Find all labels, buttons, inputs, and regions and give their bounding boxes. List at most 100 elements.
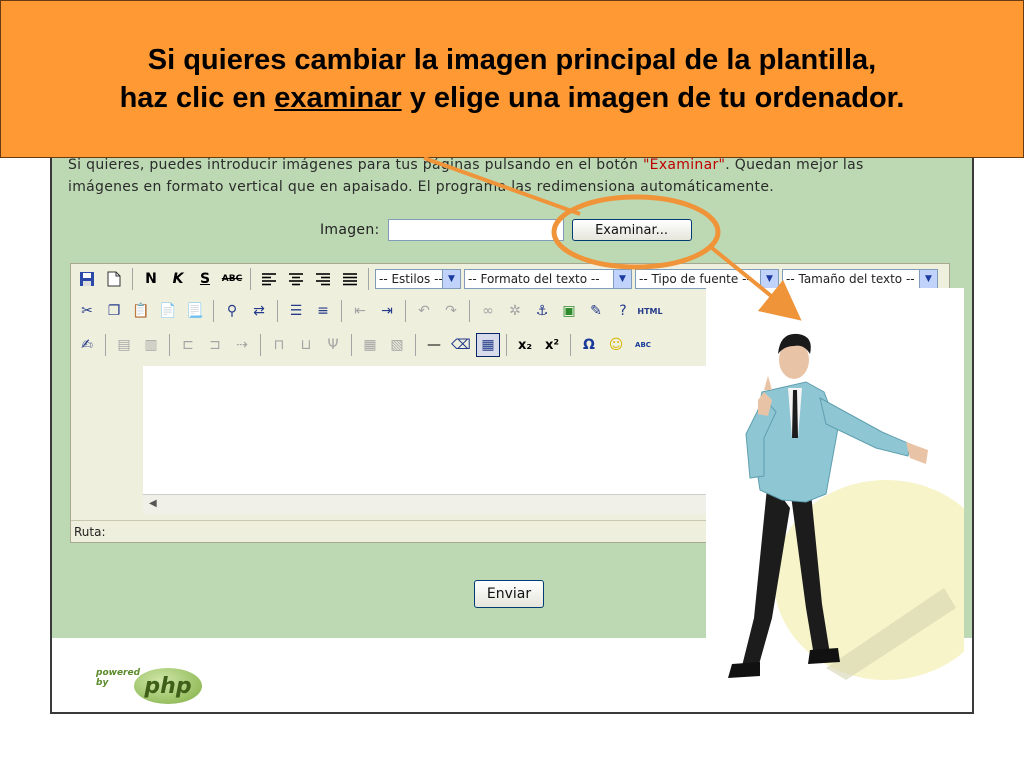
toolbar-separator bbox=[132, 268, 133, 290]
insert-row-icon[interactable]: ▤ bbox=[112, 333, 136, 357]
chevron-down-icon: ▼ bbox=[613, 270, 631, 288]
anchor-icon[interactable]: ⚓ bbox=[530, 299, 554, 323]
image-label: Imagen: bbox=[320, 222, 380, 238]
delete-column-icon[interactable]: ⊐ bbox=[203, 333, 227, 357]
callout-line1: Si quieres cambiar la imagen principal d… bbox=[147, 44, 877, 76]
callout-line2-start: haz clic en bbox=[119, 82, 275, 114]
align-center-icon[interactable] bbox=[284, 267, 308, 291]
copy-icon[interactable]: ❐ bbox=[102, 299, 126, 323]
callout-line2-end: y elige una imagen de tu ordenador. bbox=[401, 82, 905, 114]
styles-select[interactable]: -- Estilos -- ▼ bbox=[375, 269, 461, 289]
chevron-down-icon: ▼ bbox=[919, 270, 937, 288]
redo-icon[interactable]: ↷ bbox=[439, 299, 463, 323]
bulleted-list-icon[interactable]: ☰ bbox=[284, 299, 308, 323]
intro-line1-end: . Quedan mejor las bbox=[725, 157, 864, 173]
image-path-input[interactable] bbox=[387, 219, 564, 241]
powered-text-line1: powered bbox=[96, 668, 141, 678]
toolbar-separator bbox=[405, 300, 406, 322]
replace-icon[interactable]: ⇄ bbox=[247, 299, 271, 323]
chevron-down-icon: ▼ bbox=[442, 270, 460, 288]
paste-word-icon[interactable]: 📃 bbox=[183, 299, 207, 323]
cleanup-icon[interactable]: ✎ bbox=[584, 299, 608, 323]
scroll-left-icon[interactable]: ◀ bbox=[149, 498, 157, 509]
callout-line2: haz clic en examinar y elige una imagen … bbox=[120, 79, 905, 117]
toolbar-separator bbox=[260, 334, 261, 356]
image-icon[interactable]: ▣ bbox=[557, 299, 581, 323]
link-icon[interactable]: ∞ bbox=[476, 299, 500, 323]
italic-button[interactable]: K bbox=[166, 267, 190, 291]
examinar-button[interactable]: Examinar... bbox=[571, 219, 692, 241]
smiley-icon[interactable]: ☺ bbox=[604, 333, 628, 357]
styles-select-value: -- Estilos -- bbox=[379, 272, 443, 286]
help-icon[interactable]: ? bbox=[611, 299, 635, 323]
instruction-callout: Si quieres cambiar la imagen principal d… bbox=[0, 0, 1024, 158]
font-select-value: -- Tipo de fuente -- bbox=[639, 272, 751, 286]
special-char-button[interactable]: Ω bbox=[577, 333, 601, 357]
subscript-button[interactable]: x₂ bbox=[513, 333, 537, 357]
callout-examinar-word: examinar bbox=[274, 82, 402, 114]
format-select-value: -- Formato del texto -- bbox=[468, 272, 600, 286]
editor-left-gutter bbox=[71, 366, 143, 514]
indent-icon[interactable]: ⇥ bbox=[375, 299, 399, 323]
paste-text-icon[interactable]: 📄 bbox=[156, 299, 180, 323]
php-logo-oval: php bbox=[134, 668, 202, 704]
align-left-icon[interactable] bbox=[257, 267, 281, 291]
toolbar-separator bbox=[105, 334, 106, 356]
chevron-down-icon: ▼ bbox=[760, 270, 778, 288]
move-column-icon[interactable]: ⇢ bbox=[230, 333, 254, 357]
undo-icon[interactable]: ↶ bbox=[412, 299, 436, 323]
size-select[interactable]: -- Tamaño del texto -- ▼ bbox=[782, 269, 938, 289]
font-select[interactable]: -- Tipo de fuente -- ▼ bbox=[635, 269, 779, 289]
merge-cell-icon[interactable]: ⊔ bbox=[294, 333, 318, 357]
strikethrough-button[interactable]: ABC bbox=[220, 267, 244, 291]
outdent-icon[interactable]: ⇤ bbox=[348, 299, 372, 323]
cut-icon[interactable]: ✂ bbox=[75, 299, 99, 323]
cell-props-icon[interactable]: Ψ bbox=[321, 333, 345, 357]
toolbar-separator bbox=[341, 300, 342, 322]
bold-button[interactable]: N bbox=[139, 267, 163, 291]
toolbar-separator bbox=[351, 334, 352, 356]
toolbar-separator bbox=[169, 334, 170, 356]
sample-template-image bbox=[706, 288, 998, 712]
table-icon[interactable]: ▦ bbox=[476, 333, 500, 357]
spellcheck-icon[interactable]: ABC bbox=[631, 333, 655, 357]
edit-css-icon[interactable]: ✍ bbox=[75, 333, 99, 357]
numbered-list-icon[interactable]: ≡ bbox=[311, 299, 335, 323]
eraser-icon[interactable]: ⌫ bbox=[449, 333, 473, 357]
php-powered-logo: powered by php bbox=[96, 664, 208, 708]
unlink-icon[interactable]: ✲ bbox=[503, 299, 527, 323]
php-logo-text: php bbox=[144, 673, 192, 699]
toolbar-separator bbox=[368, 268, 369, 290]
toolbar-separator bbox=[250, 268, 251, 290]
toolbar-separator bbox=[506, 334, 507, 356]
image-upload-row: Imagen: Examinar... bbox=[320, 219, 692, 241]
split-cell-icon[interactable]: ⊓ bbox=[267, 333, 291, 357]
paste-icon[interactable]: 📋 bbox=[129, 299, 153, 323]
save-icon[interactable] bbox=[75, 267, 99, 291]
find-icon[interactable]: ⚲ bbox=[220, 299, 244, 323]
html-source-button[interactable]: HTML bbox=[637, 299, 662, 323]
editor-toolbar-2: ✂ ❐ 📋 📄 📃 ⚲ ⇄ ☰ ≡ ⇤ ⇥ ↶ ↷ ∞ ✲ ⚓ ▣ ✎ ? HT… bbox=[75, 296, 663, 326]
toolbar-separator bbox=[469, 300, 470, 322]
intro-text: Si quieres, puedes introducir imágenes p… bbox=[68, 154, 948, 198]
editor-toolbar-3: ✍ ▤ ▥ ⊏ ⊐ ⇢ ⊓ ⊔ Ψ ▦ ▧ — ⌫ ▦ x₂ x² Ω ☺ AB… bbox=[75, 330, 655, 360]
path-label: Ruta: bbox=[74, 525, 106, 539]
enviar-button[interactable]: Enviar bbox=[474, 580, 544, 608]
horizontal-rule-icon[interactable]: — bbox=[422, 333, 446, 357]
align-right-icon[interactable] bbox=[311, 267, 335, 291]
format-select[interactable]: -- Formato del texto -- ▼ bbox=[464, 269, 632, 289]
toolbar-separator bbox=[415, 334, 416, 356]
size-select-value: -- Tamaño del texto -- bbox=[786, 272, 915, 286]
dancing-man-illustration bbox=[728, 333, 998, 680]
insert-column-icon[interactable]: ⊏ bbox=[176, 333, 200, 357]
justify-icon[interactable] bbox=[338, 267, 362, 291]
intro-examinar-mention: "Examinar" bbox=[642, 157, 726, 173]
new-document-icon[interactable] bbox=[102, 267, 126, 291]
row-props-icon[interactable]: ▧ bbox=[385, 333, 409, 357]
toolbar-separator bbox=[570, 334, 571, 356]
delete-row-icon[interactable]: ▥ bbox=[139, 333, 163, 357]
table-props-icon[interactable]: ▦ bbox=[358, 333, 382, 357]
superscript-button[interactable]: x² bbox=[540, 333, 564, 357]
underline-button[interactable]: S bbox=[193, 267, 217, 291]
intro-line2: imágenes en formato vertical que en apai… bbox=[68, 179, 774, 195]
